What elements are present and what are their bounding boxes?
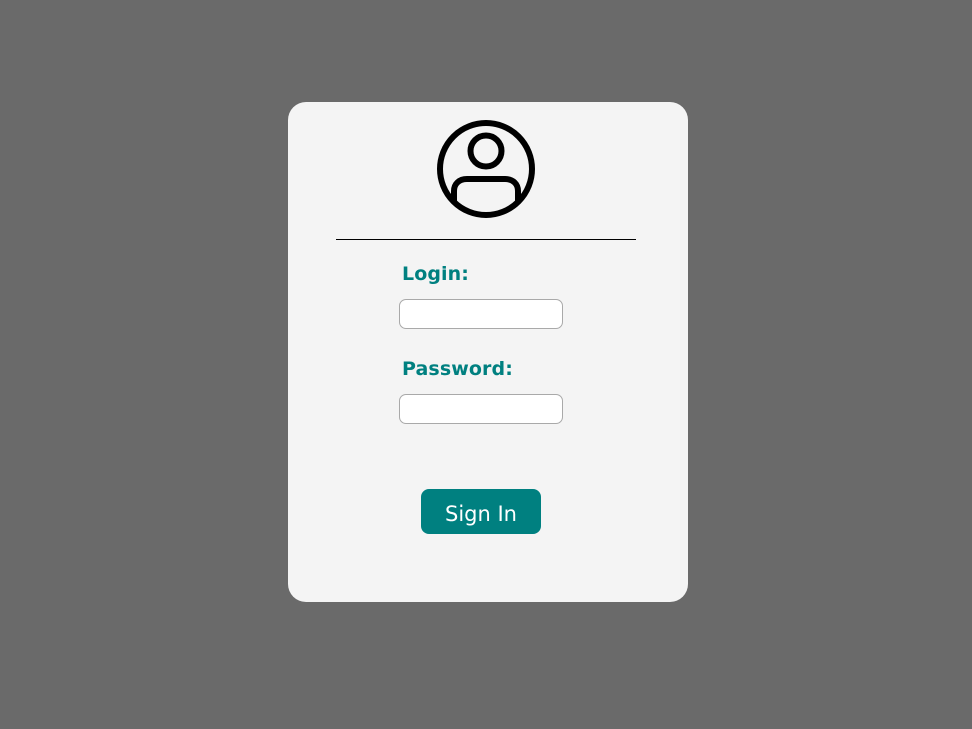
user-circle-icon bbox=[437, 120, 535, 218]
divider bbox=[336, 239, 636, 240]
login-label: Login: bbox=[402, 263, 469, 285]
password-input[interactable] bbox=[399, 394, 563, 424]
user-avatar-icon bbox=[436, 119, 536, 219]
sign-in-button[interactable]: Sign In bbox=[421, 489, 541, 534]
login-card: Login: Password: Sign In bbox=[288, 102, 688, 602]
login-input[interactable] bbox=[399, 299, 563, 329]
password-label: Password: bbox=[402, 358, 513, 380]
